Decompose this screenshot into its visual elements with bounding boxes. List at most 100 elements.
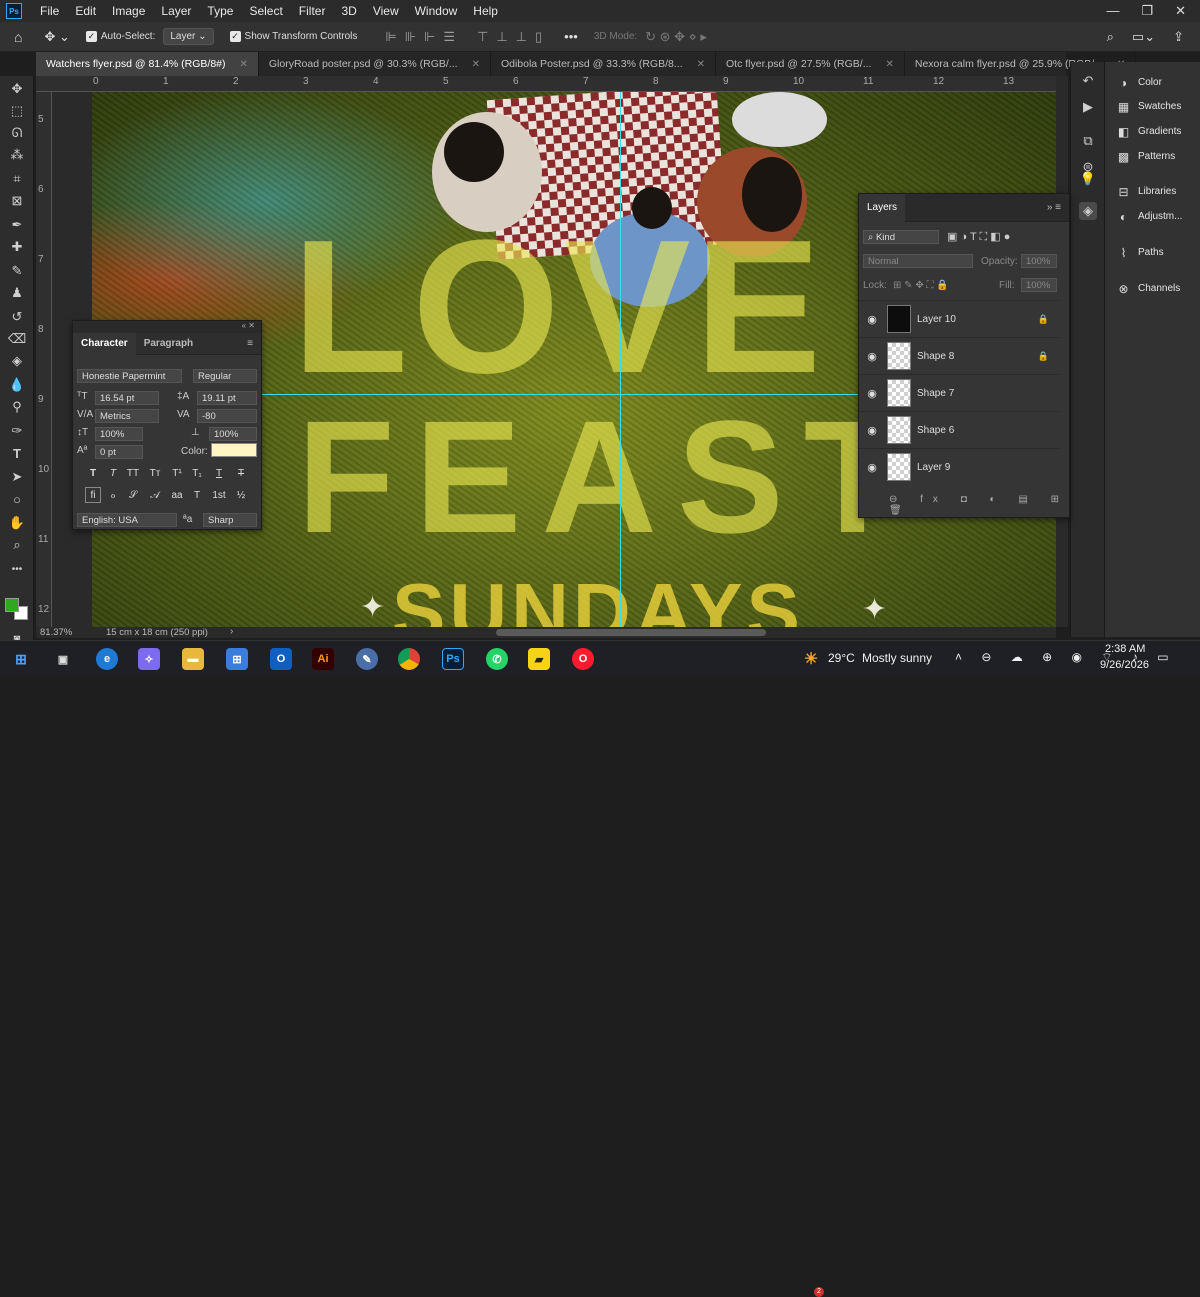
task-view-icon[interactable]: ▣ [52, 648, 74, 670]
vertical-guide[interactable] [620, 92, 621, 627]
auto-select-dropdown[interactable]: Layer ⌄ [163, 28, 214, 45]
lock-icon[interactable]: 🔒 [1038, 314, 1049, 325]
paint-bucket-icon[interactable]: ◈ [8, 352, 26, 370]
healing-tool-icon[interactable]: ✚ [8, 238, 26, 256]
eyedropper-tool-icon[interactable]: ✒ [8, 216, 26, 234]
magic-wand-tool-icon[interactable]: ⁂ [8, 146, 26, 164]
lock-icon[interactable]: 🔒 [1038, 351, 1049, 362]
leading-field[interactable]: 19.11 pt [197, 391, 257, 405]
fill-field[interactable]: 100% [1021, 278, 1057, 292]
underline-button[interactable]: T [211, 465, 227, 481]
menu-view[interactable]: View [365, 4, 407, 18]
crop-tool-icon[interactable]: ⌗ [8, 170, 26, 188]
visibility-eye-icon[interactable]: ◉ [859, 387, 885, 400]
more-tools-icon[interactable]: ••• [8, 560, 26, 578]
tab-watchers-flyer[interactable]: Watchers flyer.psd @ 81.4% (RGB/8#) ✕ [36, 52, 259, 76]
learn-panel-icon[interactable]: 💡 [1079, 170, 1097, 188]
blend-mode-select[interactable]: Normal [863, 254, 973, 268]
align-vcenter-icon[interactable]: ☰ [443, 29, 455, 45]
edge-icon[interactable]: e [96, 648, 118, 670]
move-tool-icon[interactable]: ✥ [8, 80, 26, 98]
ligatures-button[interactable]: fi [85, 487, 101, 503]
close-icon[interactable]: ✕ [240, 59, 248, 70]
font-size-field[interactable]: 16.54 pt [95, 391, 159, 405]
antialias-select[interactable]: Sharp [203, 513, 257, 527]
font-style-select[interactable]: Regular [193, 369, 257, 383]
menu-window[interactable]: Window [407, 4, 466, 18]
distribute-icon[interactable]: ▯ [535, 29, 542, 45]
hand-tool-icon[interactable]: ✋ [8, 514, 26, 532]
stylistic-alt-button[interactable]: 𝒜 [147, 487, 163, 503]
tab-odibola-poster[interactable]: Odibola Poster.psd @ 33.3% (RGB/8... ✕ [491, 52, 717, 76]
brush-tool-icon[interactable]: ✎ [8, 262, 26, 280]
subscript-button[interactable]: T₁ [189, 465, 205, 481]
clock-time[interactable]: 2:38 AM [1105, 643, 1145, 655]
minimize-icon[interactable]: — [1106, 3, 1119, 19]
layer-actions[interactable]: ⊖ fx ◘ ◐ ▤ ⊞ 🗑 [889, 494, 1069, 516]
panel-menu-icon[interactable]: ≡ [239, 338, 261, 349]
panel-gradients[interactable]: ◧ Gradients [1117, 125, 1182, 139]
layer-row[interactable]: ◉ Layer 9 [859, 448, 1059, 485]
layer-row[interactable]: ◉ Layer 10 🔒 [859, 300, 1059, 337]
close-icon[interactable]: ✕ [472, 59, 480, 70]
panel-patterns[interactable]: ▩ Patterns [1117, 150, 1175, 164]
tab-otc-flyer[interactable]: Otc flyer.psd @ 27.5% (RGB/... ✕ [716, 52, 905, 76]
show-transform-checkbox[interactable]: ✓ Show Transform Controls [229, 31, 357, 42]
blur-tool-icon[interactable]: 💧 [8, 376, 26, 394]
weather-icon[interactable]: ☀ [800, 648, 822, 670]
panel-titlebar[interactable]: « ✕ [73, 321, 261, 333]
move-tool-icon[interactable]: ✥ ⌄ [44, 29, 69, 45]
tracking-field[interactable]: -80 [197, 409, 257, 423]
scroll-thumb[interactable] [496, 629, 766, 636]
stamp-tool-icon[interactable]: ♟ [8, 284, 26, 302]
weather-temp[interactable]: 29°C [828, 651, 855, 665]
history-brush-icon[interactable]: ↺ [8, 308, 26, 326]
history-panel-icon[interactable]: ↶ [1079, 72, 1097, 90]
menu-select[interactable]: Select [241, 4, 290, 18]
menu-3d[interactable]: 3D [333, 4, 364, 18]
foreground-color-swatch[interactable] [5, 598, 19, 612]
home-icon[interactable]: ⌂ [14, 29, 22, 45]
menu-image[interactable]: Image [104, 4, 153, 18]
zoom-tool-icon[interactable]: ⌕ [8, 536, 26, 554]
auto-select-checkbox[interactable]: ✓ Auto-Select: [85, 31, 155, 42]
visibility-eye-icon[interactable]: ◉ [859, 424, 885, 437]
ellipse-tool-icon[interactable]: ○ [8, 490, 26, 508]
menu-edit[interactable]: Edit [67, 4, 104, 18]
faux-italic-button[interactable]: T [105, 465, 121, 481]
vertical-scale-field[interactable]: 100% [95, 427, 143, 441]
font-family-select[interactable]: Honestie Papermint [77, 369, 182, 383]
windows-start-icon[interactable]: ⊞ [10, 648, 32, 670]
panel-channels[interactable]: ⊗ Channels [1117, 282, 1180, 296]
restore-icon[interactable]: ❐ [1141, 3, 1153, 19]
close-icon[interactable]: ✕ [1175, 3, 1186, 19]
panel-swatches[interactable]: ▦ Swatches [1117, 100, 1182, 114]
menu-file[interactable]: File [32, 4, 67, 18]
old-style-button[interactable]: ℴ [105, 487, 121, 503]
layer-filter-select[interactable]: ⌕ Kind [863, 230, 939, 244]
visibility-eye-icon[interactable]: ◉ [859, 313, 885, 326]
baseline-shift-field[interactable]: 0 pt [95, 445, 143, 459]
panel-adjustments[interactable]: ◐ Adjustm... [1117, 210, 1183, 224]
chrome-icon[interactable] [398, 648, 420, 670]
align-left-icon[interactable]: ⊫ [385, 29, 396, 45]
dodge-tool-icon[interactable]: ⚲ [8, 398, 26, 416]
layers-panel-icon[interactable]: ◈ [1079, 202, 1097, 220]
clock-date[interactable]: 9/26/2026 [1100, 659, 1149, 671]
layer-row[interactable]: ◉ Shape 6 [859, 411, 1059, 448]
frame-tool-icon[interactable]: ⊠ [8, 192, 26, 210]
tab-character[interactable]: Character [73, 332, 136, 355]
align-center-icon[interactable]: ⊪ [405, 29, 416, 45]
fractions-button[interactable]: ½ [233, 487, 249, 503]
properties-panel-icon[interactable]: ⧉ [1079, 132, 1097, 150]
menu-filter[interactable]: Filter [291, 4, 334, 18]
menu-help[interactable]: Help [465, 4, 506, 18]
align-bottom-icon[interactable]: ⊥ [516, 29, 527, 45]
language-select[interactable]: English: USA [77, 513, 177, 527]
document-info[interactable]: 15 cm x 18 cm (250 ppi) [106, 627, 208, 638]
filter-icons[interactable]: ▣ ◑ T ⛶ ◧ ● [947, 230, 1010, 244]
pen-tool-icon[interactable]: ✑ [8, 422, 26, 440]
faux-bold-button[interactable]: T [85, 465, 101, 481]
panel-libraries[interactable]: ⊟ Libraries [1117, 185, 1176, 199]
lasso-tool-icon[interactable]: ᘏ [8, 124, 26, 142]
